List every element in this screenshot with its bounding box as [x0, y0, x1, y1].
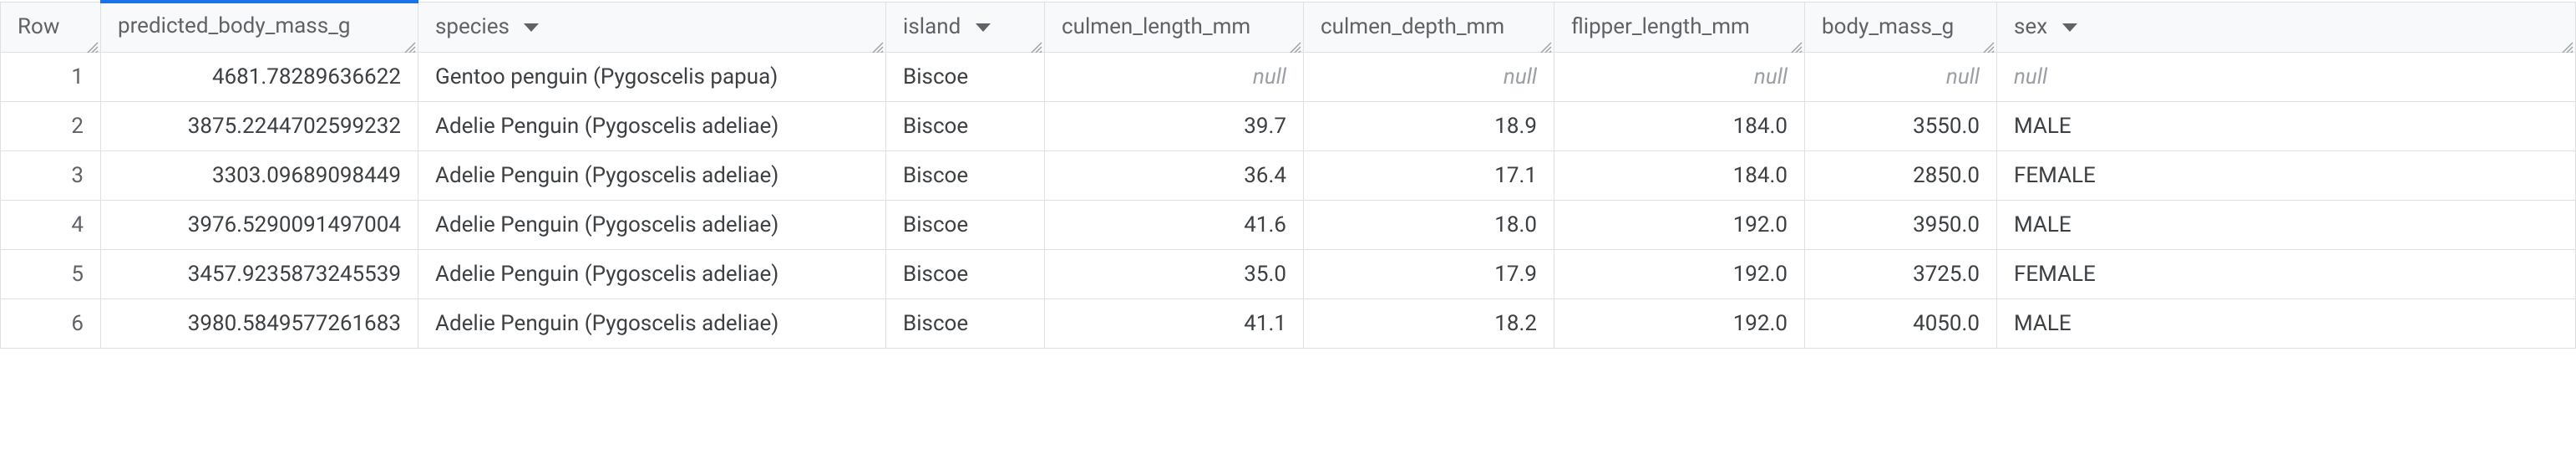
cell-island[interactable]: Biscoe	[886, 200, 1045, 249]
column-label: culmen_depth_mm	[1321, 14, 1504, 39]
cell-culmen-depth-mm[interactable]: 18.0	[1304, 200, 1554, 249]
column-label: predicted_body_mass_g	[118, 13, 350, 38]
resize-handle-icon[interactable]	[1980, 35, 1995, 50]
cell-sex[interactable]: MALE	[1997, 101, 2576, 150]
cell-species[interactable]: Adelie Penguin (Pygoscelis adeliae)	[418, 101, 886, 150]
cell-island[interactable]: Biscoe	[886, 150, 1045, 200]
resize-handle-icon[interactable]	[401, 35, 416, 50]
cell-culmen-length-mm[interactable]: 39.7	[1045, 101, 1304, 150]
cell-culmen-length-mm[interactable]: 36.4	[1045, 150, 1304, 200]
column-header-culmen-depth-mm[interactable]: culmen_depth_mm	[1304, 2, 1554, 52]
results-table: Row predicted_body_mass_g species	[0, 0, 2576, 349]
cell-culmen-depth-mm[interactable]: 17.1	[1304, 150, 1554, 200]
cell-body-mass-g[interactable]: 2850.0	[1805, 150, 1997, 200]
cell-culmen-depth-mm[interactable]: null	[1304, 52, 1554, 101]
cell-island[interactable]: Biscoe	[886, 52, 1045, 101]
column-header-species[interactable]: species	[418, 2, 886, 52]
column-label: species	[435, 14, 510, 39]
cell-body-mass-g[interactable]: 4050.0	[1805, 298, 1997, 348]
column-label: Row	[18, 14, 59, 39]
null-value: null	[1504, 64, 1537, 89]
cell-body-mass-g[interactable]: null	[1805, 52, 1997, 101]
cell-row[interactable]: 5	[1, 249, 101, 298]
resize-handle-icon[interactable]	[2558, 35, 2573, 50]
table-header: Row predicted_body_mass_g species	[1, 2, 2576, 52]
cell-flipper-length-mm[interactable]: 192.0	[1554, 200, 1805, 249]
cell-sex[interactable]: MALE	[1997, 200, 2576, 249]
cell-sex[interactable]: MALE	[1997, 298, 2576, 348]
null-value: null	[1754, 64, 1787, 89]
cell-row[interactable]: 6	[1, 298, 101, 348]
cell-species[interactable]: Adelie Penguin (Pygoscelis adeliae)	[418, 150, 886, 200]
cell-species[interactable]: Adelie Penguin (Pygoscelis adeliae)	[418, 249, 886, 298]
table-body: 14681.78289636622Gentoo penguin (Pygosce…	[1, 52, 2576, 348]
chevron-down-icon[interactable]	[2061, 15, 2078, 40]
cell-flipper-length-mm[interactable]: null	[1554, 52, 1805, 101]
cell-predicted-body-mass-g[interactable]: 4681.78289636622	[101, 52, 418, 101]
cell-body-mass-g[interactable]: 3950.0	[1805, 200, 1997, 249]
cell-culmen-depth-mm[interactable]: 18.9	[1304, 101, 1554, 150]
column-label: flipper_length_mm	[1571, 14, 1750, 39]
null-value: null	[1946, 64, 1980, 89]
resize-handle-icon[interactable]	[1286, 35, 1301, 50]
resize-handle-icon[interactable]	[84, 35, 99, 50]
cell-species[interactable]: Adelie Penguin (Pygoscelis adeliae)	[418, 298, 886, 348]
resize-handle-icon[interactable]	[1787, 35, 1803, 50]
table-row: 33303.09689098449Adelie Penguin (Pygosce…	[1, 150, 2576, 200]
cell-row[interactable]: 1	[1, 52, 101, 101]
cell-predicted-body-mass-g[interactable]: 3457.9235873245539	[101, 249, 418, 298]
cell-culmen-length-mm[interactable]: 41.6	[1045, 200, 1304, 249]
cell-flipper-length-mm[interactable]: 192.0	[1554, 298, 1805, 348]
column-header-predicted-body-mass-g[interactable]: predicted_body_mass_g	[101, 2, 418, 52]
table-row: 43976.5290091497004Adelie Penguin (Pygos…	[1, 200, 2576, 249]
cell-culmen-depth-mm[interactable]: 17.9	[1304, 249, 1554, 298]
header-row: Row predicted_body_mass_g species	[1, 2, 2576, 52]
cell-species[interactable]: Adelie Penguin (Pygoscelis adeliae)	[418, 200, 886, 249]
null-value: null	[1253, 64, 1286, 89]
cell-predicted-body-mass-g[interactable]: 3303.09689098449	[101, 150, 418, 200]
chevron-down-icon[interactable]	[523, 15, 540, 40]
column-header-culmen-length-mm[interactable]: culmen_length_mm	[1045, 2, 1304, 52]
cell-sex[interactable]: null	[1997, 52, 2576, 101]
table-row: 14681.78289636622Gentoo penguin (Pygosce…	[1, 52, 2576, 101]
column-label: sex	[2014, 14, 2047, 39]
cell-sex[interactable]: FEMALE	[1997, 249, 2576, 298]
column-label: body_mass_g	[1822, 14, 1954, 39]
cell-island[interactable]: Biscoe	[886, 249, 1045, 298]
column-header-island[interactable]: island	[886, 2, 1045, 52]
table-row: 23875.2244702599232Adelie Penguin (Pygos…	[1, 101, 2576, 150]
cell-row[interactable]: 3	[1, 150, 101, 200]
column-label: culmen_length_mm	[1062, 14, 1250, 39]
cell-predicted-body-mass-g[interactable]: 3980.5849577261683	[101, 298, 418, 348]
table-row: 53457.9235873245539Adelie Penguin (Pygos…	[1, 249, 2576, 298]
cell-row[interactable]: 4	[1, 200, 101, 249]
cell-predicted-body-mass-g[interactable]: 3875.2244702599232	[101, 101, 418, 150]
cell-island[interactable]: Biscoe	[886, 101, 1045, 150]
column-label: island	[903, 14, 961, 39]
cell-island[interactable]: Biscoe	[886, 298, 1045, 348]
column-header-body-mass-g[interactable]: body_mass_g	[1805, 2, 1997, 52]
resize-handle-icon[interactable]	[1027, 35, 1042, 50]
table-row: 63980.5849577261683Adelie Penguin (Pygos…	[1, 298, 2576, 348]
cell-flipper-length-mm[interactable]: 184.0	[1554, 101, 1805, 150]
cell-body-mass-g[interactable]: 3725.0	[1805, 249, 1997, 298]
cell-flipper-length-mm[interactable]: 192.0	[1554, 249, 1805, 298]
cell-predicted-body-mass-g[interactable]: 3976.5290091497004	[101, 200, 418, 249]
cell-culmen-length-mm[interactable]: null	[1045, 52, 1304, 101]
cell-species[interactable]: Gentoo penguin (Pygoscelis papua)	[418, 52, 886, 101]
cell-culmen-length-mm[interactable]: 35.0	[1045, 249, 1304, 298]
resize-handle-icon[interactable]	[869, 35, 884, 50]
cell-sex[interactable]: FEMALE	[1997, 150, 2576, 200]
chevron-down-icon[interactable]	[975, 15, 991, 40]
cell-row[interactable]: 2	[1, 101, 101, 150]
cell-culmen-length-mm[interactable]: 41.1	[1045, 298, 1304, 348]
cell-culmen-depth-mm[interactable]: 18.2	[1304, 298, 1554, 348]
column-header-sex[interactable]: sex	[1997, 2, 2576, 52]
column-header-row[interactable]: Row	[1, 2, 101, 52]
null-value: null	[2014, 64, 2047, 89]
cell-flipper-length-mm[interactable]: 184.0	[1554, 150, 1805, 200]
column-header-flipper-length-mm[interactable]: flipper_length_mm	[1554, 2, 1805, 52]
cell-body-mass-g[interactable]: 3550.0	[1805, 101, 1997, 150]
resize-handle-icon[interactable]	[1537, 35, 1552, 50]
